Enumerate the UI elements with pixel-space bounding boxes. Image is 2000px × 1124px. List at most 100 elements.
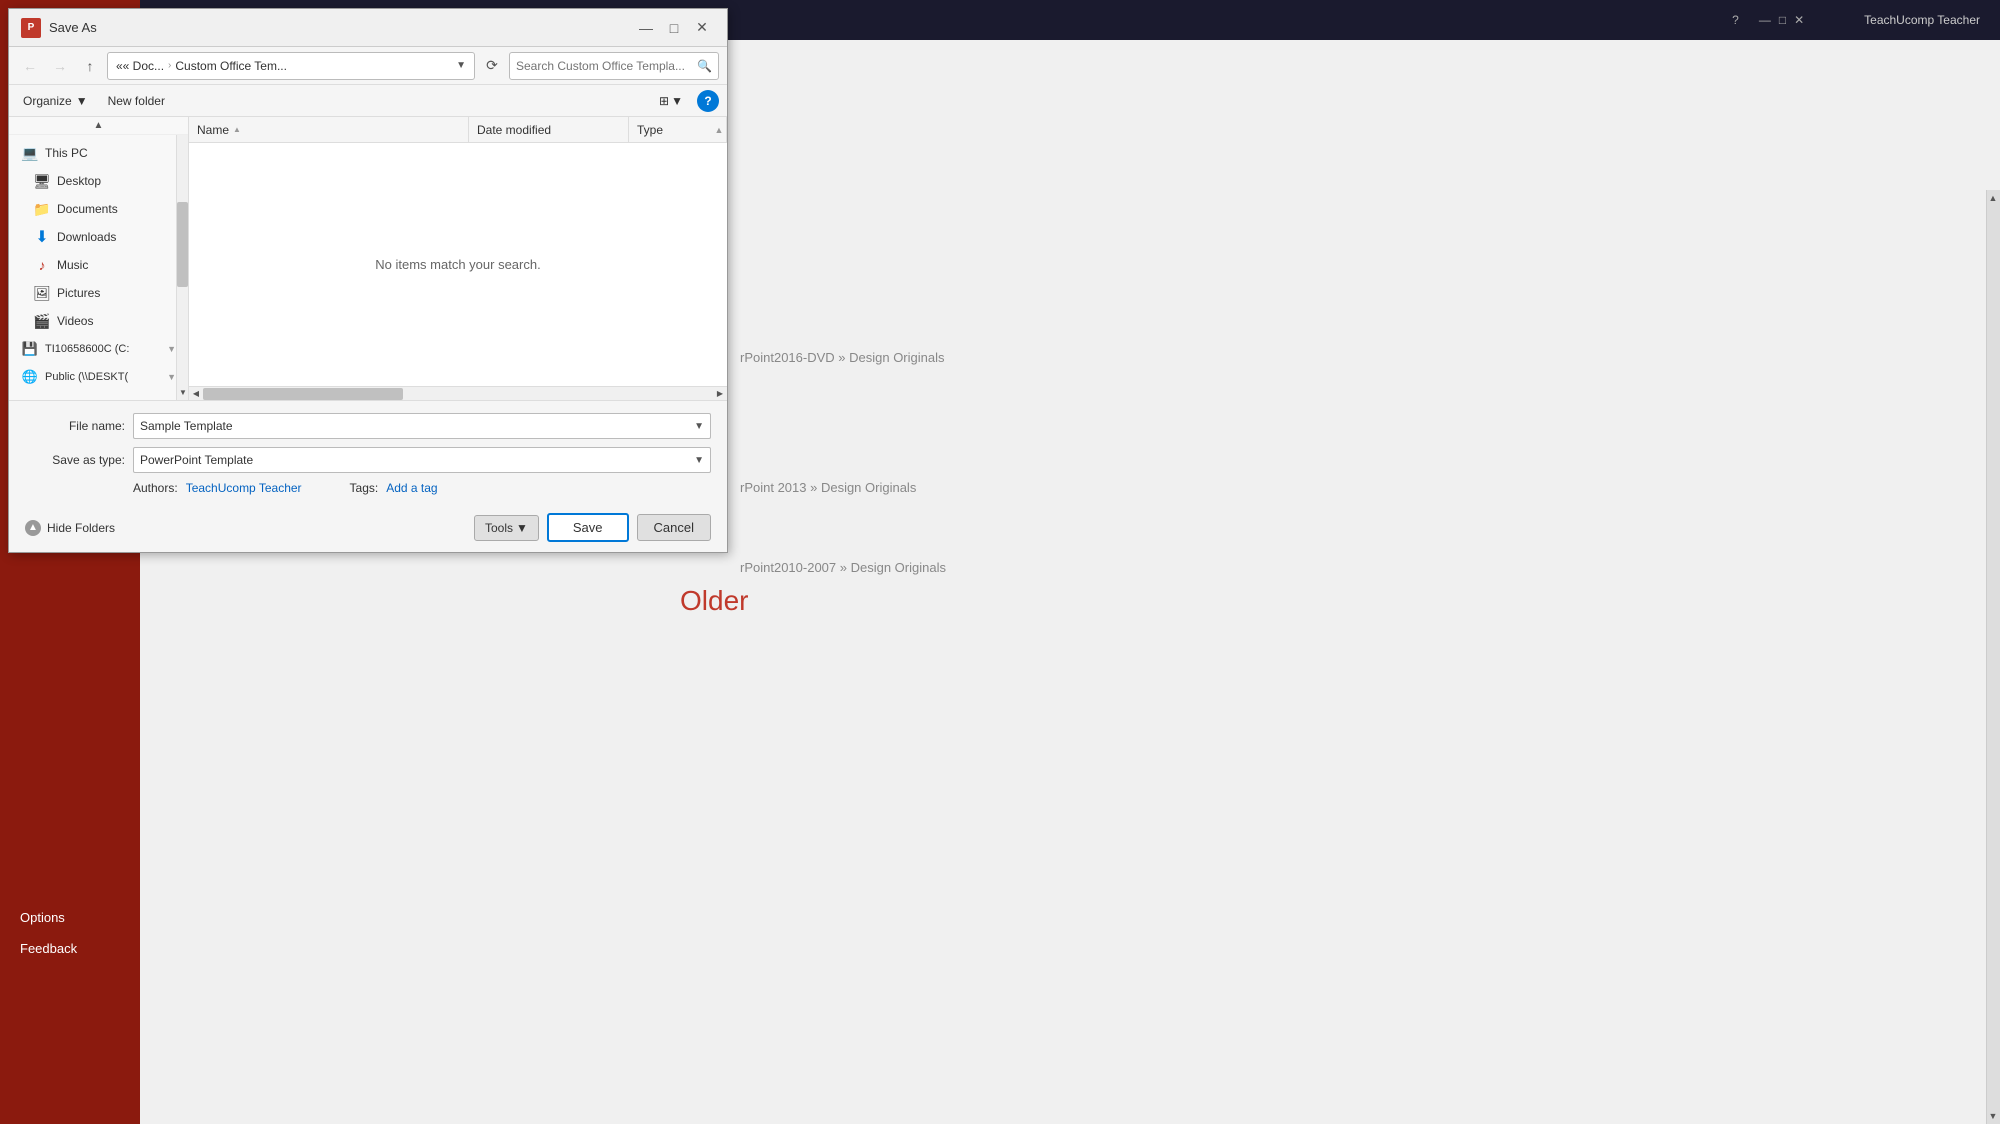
drive-expand-icon: ▼ <box>167 344 176 354</box>
nav-item-documents-label: Documents <box>57 202 176 216</box>
organize-label: Organize <box>23 94 72 108</box>
dialog-form: File name: Sample Template ▼ Save as typ… <box>9 400 727 507</box>
breadcrumb-bar[interactable]: «« Doc... › Custom Office Tem... ▼ <box>107 52 475 80</box>
nav-item-drive-label: TI10658600C (C: <box>45 343 161 355</box>
dialog-toolbar: ← → ↑ «« Doc... › Custom Office Tem... ▼… <box>9 47 727 85</box>
nav-item-downloads-label: Downloads <box>57 230 176 244</box>
videos-icon: 🎬 <box>33 312 51 330</box>
pictures-icon: 🖼 <box>33 284 51 302</box>
drive-icon: 💾 <box>21 340 39 358</box>
app-icon: P <box>21 18 41 38</box>
help-button[interactable]: ? <box>697 90 719 112</box>
view-dropdown-icon: ▼ <box>671 94 683 108</box>
view-icon: ⊞ <box>659 94 669 108</box>
col-header-name[interactable]: Name ▲ <box>189 117 469 142</box>
network-expand-icon: ▼ <box>167 372 176 382</box>
col-name-label: Name <box>197 123 229 137</box>
desktop-icon: 🖥 <box>33 172 51 190</box>
refresh-button[interactable]: ⟳ <box>479 53 505 79</box>
nav-vscroll-down[interactable]: ▼ <box>177 384 189 400</box>
thispc-icon: 💻 <box>21 144 39 162</box>
forward-button[interactable]: → <box>47 53 73 79</box>
file-name-input[interactable]: Sample Template ▼ <box>133 413 711 439</box>
breadcrumb-part-1[interactable]: «« Doc... <box>116 59 164 73</box>
nav-item-pictures-label: Pictures <box>57 286 176 300</box>
h-scroll-thumb[interactable] <box>203 388 403 400</box>
h-scroll-left[interactable]: ◀ <box>189 387 203 401</box>
save-as-dialog: P Save As — □ ✕ ← → ↑ «« Doc... › Custom… <box>8 8 728 553</box>
authors-value[interactable]: TeachUcomp Teacher <box>186 481 302 495</box>
back-button[interactable]: ← <box>17 53 43 79</box>
nav-pane: ▲ 💻 This PC 🖥 Desktop 📁 Docu <box>9 117 189 400</box>
nav-item-thispc-label: This PC <box>45 146 176 160</box>
col-type-label: Type <box>637 123 663 137</box>
h-scroll-right[interactable]: ▶ <box>713 387 727 401</box>
tools-dropdown-icon: ▼ <box>516 521 528 535</box>
hide-folders-icon: ▲ <box>25 520 41 536</box>
new-folder-button[interactable]: New folder <box>102 91 171 111</box>
file-name-row: File name: Sample Template ▼ <box>25 413 711 439</box>
nav-vscroll: ▲ ▼ <box>176 117 188 400</box>
breadcrumb-part-2[interactable]: Custom Office Tem... <box>175 59 287 73</box>
documents-icon: 📁 <box>33 200 51 218</box>
nav-item-music[interactable]: ♪ Music <box>9 251 188 279</box>
authors-label: Authors: <box>133 481 178 495</box>
nav-item-desktop[interactable]: 🖥 Desktop <box>9 167 188 195</box>
up-button[interactable]: ↑ <box>77 53 103 79</box>
search-icon[interactable]: 🔍 <box>697 59 712 73</box>
view-button[interactable]: ⊞ ▼ <box>653 91 689 111</box>
music-icon: ♪ <box>33 256 51 274</box>
empty-message: No items match your search. <box>375 257 540 272</box>
save-button[interactable]: Save <box>547 513 629 542</box>
breadcrumb-sep: › <box>168 60 171 71</box>
nav-vscroll-thumb[interactable] <box>177 202 188 287</box>
maximize-button[interactable]: □ <box>661 15 687 41</box>
tools-label: Tools <box>485 521 513 535</box>
nav-item-thispc[interactable]: 💻 This PC <box>9 139 188 167</box>
nav-item-network-label: Public (\\DESKT( <box>45 371 161 383</box>
network-icon: 🌐 <box>21 368 39 386</box>
minimize-button[interactable]: — <box>633 15 659 41</box>
tools-button[interactable]: Tools ▼ <box>474 515 539 541</box>
dialog-overlay: P Save As — □ ✕ ← → ↑ «« Doc... › Custom… <box>0 0 2000 1124</box>
h-scroll-track[interactable] <box>203 387 713 400</box>
nav-item-documents[interactable]: 📁 Documents <box>9 195 188 223</box>
organize-button[interactable]: Organize ▼ <box>17 91 94 111</box>
col-date-label: Date modified <box>477 123 551 137</box>
file-name-value: Sample Template <box>140 419 233 433</box>
nav-item-downloads[interactable]: ⬇ Downloads <box>9 223 188 251</box>
file-pane: ▲ Name ▲ Date modified Type No items mat… <box>189 117 727 400</box>
new-folder-label: New folder <box>108 94 165 108</box>
dialog-body: ▲ 💻 This PC 🖥 Desktop 📁 Docu <box>9 117 727 400</box>
h-scrollbar: ◀ ▶ <box>189 386 727 400</box>
hide-folders-label: Hide Folders <box>47 521 115 535</box>
dialog-controls: — □ ✕ <box>633 15 715 41</box>
search-bar: 🔍 <box>509 52 719 80</box>
breadcrumb-dropdown[interactable]: ▼ <box>456 60 466 71</box>
nav-scroll-up[interactable]: ▲ <box>9 117 188 135</box>
list-scroll-up[interactable]: ▲ <box>711 117 727 143</box>
nav-item-pictures[interactable]: 🖼 Pictures <box>9 279 188 307</box>
tags-value[interactable]: Add a tag <box>386 481 437 495</box>
dialog-footer: ▲ Hide Folders Tools ▼ Save Cancel <box>9 507 727 552</box>
col-header-date[interactable]: Date modified <box>469 117 629 142</box>
hide-folders-button[interactable]: ▲ Hide Folders <box>25 520 115 536</box>
search-input[interactable] <box>516 59 697 73</box>
downloads-icon: ⬇ <box>33 228 51 246</box>
nav-item-network[interactable]: 🌐 Public (\\DESKT( ▼ <box>9 363 188 391</box>
close-button[interactable]: ✕ <box>689 15 715 41</box>
resize-handle[interactable] <box>715 540 727 552</box>
save-type-value: PowerPoint Template <box>140 453 253 467</box>
dialog-titlebar: P Save As — □ ✕ <box>9 9 727 47</box>
file-name-dropdown-icon: ▼ <box>694 421 704 432</box>
dialog-toolbar2: Organize ▼ New folder ⊞ ▼ ? <box>9 85 727 117</box>
save-type-dropdown-icon: ▼ <box>694 455 704 466</box>
save-type-row: Save as type: PowerPoint Template ▼ <box>25 447 711 473</box>
nav-item-music-label: Music <box>57 258 176 272</box>
save-type-input[interactable]: PowerPoint Template ▼ <box>133 447 711 473</box>
meta-row: Authors: TeachUcomp Teacher Tags: Add a … <box>25 481 711 495</box>
cancel-button[interactable]: Cancel <box>637 514 711 541</box>
nav-item-drive[interactable]: 💾 TI10658600C (C: ▼ <box>9 335 188 363</box>
file-list-body: No items match your search. <box>189 143 727 386</box>
nav-item-videos[interactable]: 🎬 Videos <box>9 307 188 335</box>
